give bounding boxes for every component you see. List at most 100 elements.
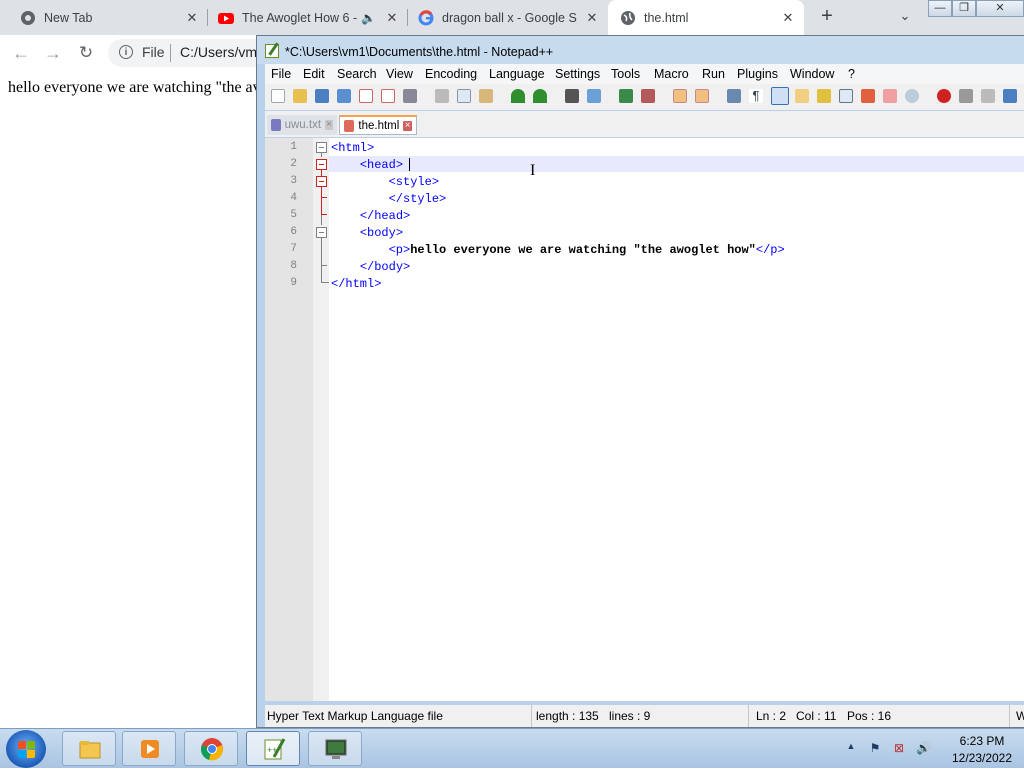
browser-tab-youtube[interactable]: The Awoglet How 6 - 🔈 ✕ [208,0,408,35]
close-icon[interactable]: ✕ [582,10,602,26]
play-macro-icon[interactable] [981,89,995,103]
show-hidden-icons-icon[interactable]: ▲ [844,741,858,755]
code-editor[interactable]: 1 2 3 4 5 6 7 8 9 <html> <head> <style> … [265,138,1024,701]
fold-toggle-html[interactable] [316,142,327,153]
menu-search[interactable]: Search [337,67,377,81]
close-icon[interactable]: ✕ [182,10,202,26]
status-eol: W [1016,709,1024,723]
redo-icon[interactable] [533,89,547,103]
replace-icon[interactable] [587,89,601,103]
action-center-icon[interactable]: ⚑ [868,741,882,755]
taskbar-chrome[interactable] [184,731,238,766]
window-controls: — ❐ ✕ [928,0,1024,18]
folder-as-workspace-icon[interactable] [861,89,875,103]
browser-tab-title: the.html [644,10,689,25]
speaker-icon[interactable]: 🔈 [361,11,376,25]
sync-horizontal-icon[interactable] [695,89,709,103]
taskbar-explorer[interactable] [62,731,116,766]
menu-run[interactable]: Run [702,67,725,81]
clock-date[interactable]: 12/23/2022 [944,751,1020,765]
close-icon[interactable]: ✕ [778,10,798,26]
volume-icon[interactable]: 🔊 [916,741,931,755]
network-error-icon[interactable]: ⊠ [892,741,906,755]
status-file-type: Hyper Text Markup Language file [267,709,443,723]
close-all-icon[interactable] [381,89,395,103]
taskbar-media-player[interactable] [122,731,176,766]
menu-tools[interactable]: Tools [611,67,640,81]
notepad-app-icon [265,44,279,58]
browser-tab-the-html[interactable]: the.html ✕ [608,0,804,35]
file-icon [271,119,281,131]
stop-macro-icon[interactable] [959,89,973,103]
notepad-plus-plus-icon: ++ [264,738,286,760]
menu-file[interactable]: File [271,67,291,81]
line-number-gutter [265,138,313,701]
taskbar-terminal[interactable] [308,731,362,766]
record-macro-icon[interactable] [937,89,951,103]
sync-vertical-icon[interactable] [673,89,687,103]
google-icon [418,9,434,25]
close-icon[interactable]: × [403,120,412,131]
save-icon[interactable] [315,89,329,103]
close-window-button[interactable]: ✕ [976,0,1024,17]
menu-plugins[interactable]: Plugins [737,67,778,81]
address-url[interactable]: C:/Users/vm [180,44,257,60]
user-language-icon[interactable] [795,89,809,103]
status-position: Pos : 16 [847,709,892,723]
reload-icon[interactable]: ↻ [75,42,97,64]
print-icon[interactable] [403,89,417,103]
show-all-chars-icon[interactable]: ¶ [749,89,763,103]
save-all-icon[interactable] [337,89,351,103]
menu-edit[interactable]: Edit [303,67,325,81]
menu-settings[interactable]: Settings [555,67,600,81]
close-icon[interactable]: ✕ [382,10,402,26]
find-icon[interactable] [565,89,579,103]
tab-search-button[interactable]: ⌄ [896,8,914,26]
monitor-icon [325,739,347,759]
document-map-icon[interactable] [817,89,831,103]
forward-arrow-icon[interactable]: → [42,42,64,64]
open-folder-icon[interactable] [293,89,307,103]
fold-toggle-body[interactable] [316,227,327,238]
close-icon[interactable]: × [325,120,333,130]
taskbar-notepad-plus-plus[interactable]: ++ [246,731,300,766]
media-player-icon [141,740,159,758]
fold-toggle-head[interactable] [316,159,327,170]
status-lines: lines : 9 [609,709,651,723]
menu-macro[interactable]: Macro [654,67,689,81]
notepad-status-bar: Hyper Text Markup Language file length :… [265,705,1024,727]
eye-icon[interactable] [905,89,919,103]
back-arrow-icon[interactable]: ← [10,42,32,64]
cut-icon[interactable] [435,89,449,103]
browser-tab-google[interactable]: dragon ball x - Google S ✕ [408,0,608,35]
undo-icon[interactable] [511,89,525,103]
clock-time[interactable]: 6:23 PM [952,734,1012,748]
fold-toggle-style[interactable] [316,176,327,187]
doc-tab-uwu[interactable]: uwu.txt × [267,115,337,135]
browser-tab-new-tab[interactable]: New Tab ✕ [0,0,208,35]
notepad-title-bar[interactable]: *C:\Users\vm1\Documents\the.html - Notep… [257,36,1024,64]
menu-help[interactable]: ? [848,67,855,81]
paste-icon[interactable] [479,89,493,103]
doc-tab-the-html[interactable]: the.html × [339,115,417,135]
indent-guide-icon[interactable] [771,87,789,105]
menu-encoding[interactable]: Encoding [425,67,477,81]
word-wrap-icon[interactable] [727,89,741,103]
menu-view[interactable]: View [386,67,413,81]
menu-window[interactable]: Window [790,67,834,81]
play-multiple-icon[interactable] [1003,89,1017,103]
copy-icon[interactable] [457,89,471,103]
new-tab-button[interactable]: + [816,5,838,27]
start-button[interactable] [6,730,46,768]
restore-button[interactable]: ❐ [952,0,976,17]
monitoring-icon[interactable] [883,89,897,103]
menu-language[interactable]: Language [489,67,545,81]
minimize-button[interactable]: — [928,0,952,17]
info-icon[interactable]: i [119,45,133,59]
close-file-icon[interactable] [359,89,373,103]
function-list-icon[interactable] [839,89,853,103]
zoom-in-icon[interactable] [619,89,633,103]
browser-tab-strip: New Tab ✕ The Awoglet How 6 - 🔈 ✕ dragon… [0,0,1024,35]
new-file-icon[interactable] [271,89,285,103]
zoom-out-icon[interactable] [641,89,655,103]
